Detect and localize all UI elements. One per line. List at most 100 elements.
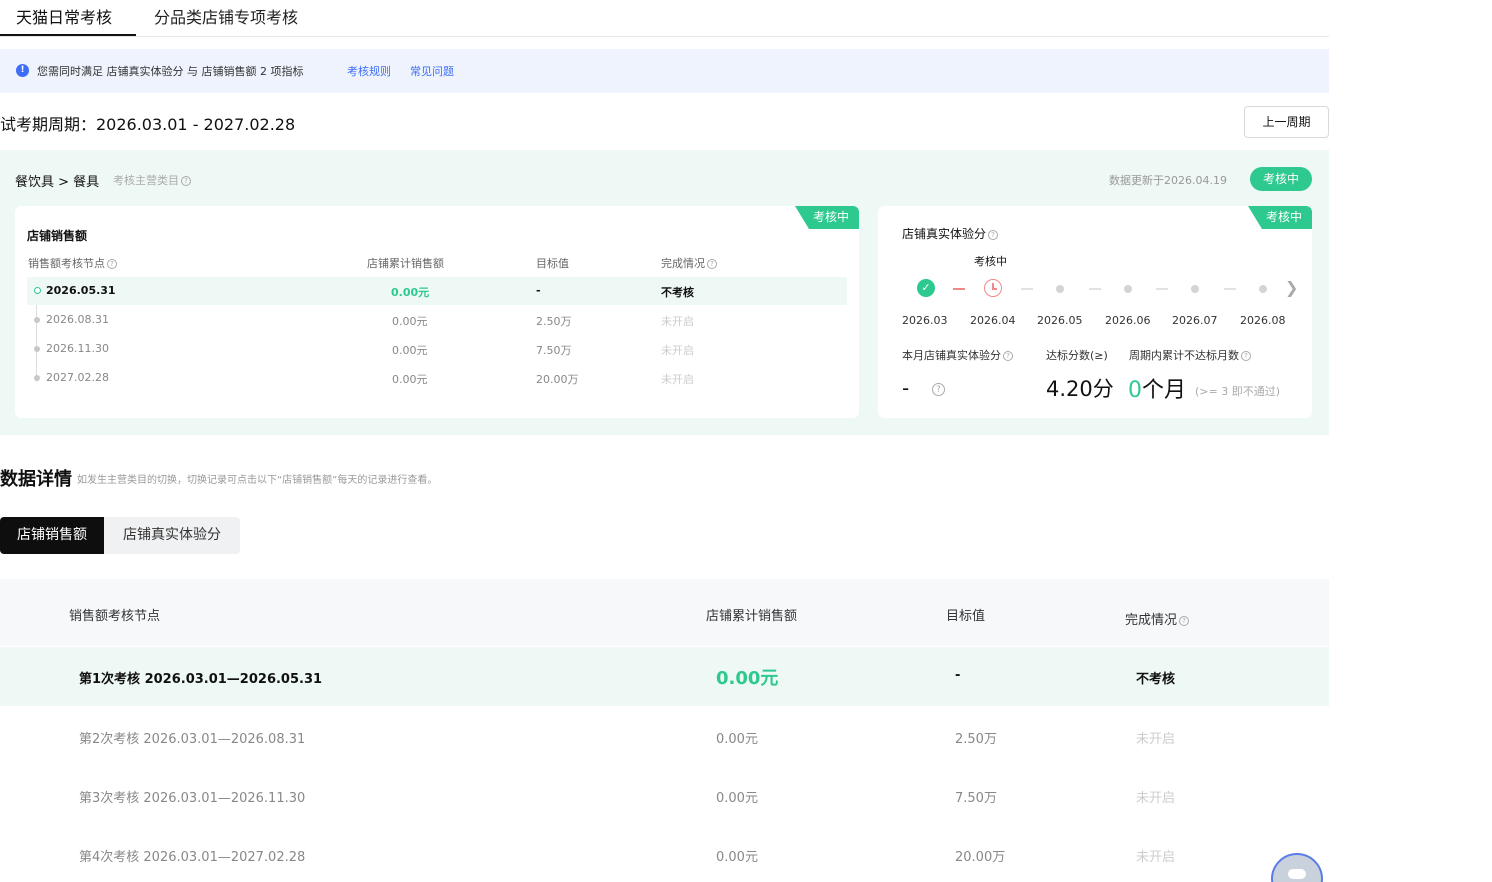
timeline-month: 2026.03 bbox=[902, 314, 948, 327]
row-target: 20.00万 bbox=[955, 850, 1006, 865]
sales-card-title: 店铺销售额 bbox=[27, 229, 88, 243]
timeline-dot[interactable] bbox=[1056, 285, 1064, 293]
question-icon[interactable]: ? bbox=[932, 383, 945, 396]
node-status: 未开启 bbox=[661, 315, 694, 328]
check-icon[interactable]: ✓ bbox=[917, 279, 935, 297]
previous-period-button[interactable]: 上一周期 bbox=[1244, 106, 1329, 138]
question-icon[interactable]: ? bbox=[988, 230, 999, 240]
fail-months-note: (>= 3 即不通过) bbox=[1195, 385, 1281, 398]
node-target: 2.50万 bbox=[536, 315, 572, 328]
row-target: 2.50万 bbox=[955, 732, 997, 747]
timeline-month: 2026.05 bbox=[1037, 314, 1083, 327]
node-status: 未开启 bbox=[661, 373, 694, 386]
data-updated: 数据更新于2026.04.19 bbox=[1109, 174, 1227, 187]
metric-label-target: 达标分数(≥) bbox=[1046, 349, 1108, 362]
row-status: 未开启 bbox=[1136, 850, 1176, 865]
chevron-right-icon[interactable]: ❯ bbox=[1285, 278, 1298, 297]
row-target: 7.50万 bbox=[955, 791, 997, 806]
fail-months-value: 0个月 bbox=[1128, 378, 1187, 403]
node-sales: 0.00元 bbox=[392, 344, 428, 357]
tab-tmall-daily[interactable]: 天猫日常考核 bbox=[16, 4, 112, 28]
node-status: 不考核 bbox=[661, 286, 694, 299]
row-target: - bbox=[955, 668, 961, 683]
row-status: 不考核 bbox=[1136, 672, 1176, 687]
notice-bar: ! 您需同时满足 店铺真实体验分 与 店铺销售额 2 项指标 考核规则 常见问题 bbox=[0, 49, 1329, 93]
timeline-dot bbox=[34, 375, 40, 381]
timeline-month: 2026.06 bbox=[1105, 314, 1151, 327]
col-header-status: 完成情况? bbox=[661, 255, 717, 271]
table-row[interactable]: 第3次考核 2026.03.01—2026.11.30 0.00元 7.50万 … bbox=[0, 766, 1329, 825]
timeline-connector bbox=[1156, 288, 1168, 290]
node-date: 2026.11.30 bbox=[46, 342, 109, 355]
timeline-connector bbox=[1021, 288, 1033, 290]
node-sales: 0.00元 bbox=[391, 286, 430, 299]
status-badge: 考核中 bbox=[1250, 167, 1312, 191]
table-header: 销售额考核节点 店铺累计销售额 目标值 完成情况? bbox=[0, 579, 1329, 646]
question-icon[interactable]: ? bbox=[181, 176, 191, 186]
sales-status-tag: 考核中 bbox=[794, 206, 859, 229]
node-status: 未开启 bbox=[661, 344, 694, 357]
segment-sales[interactable]: 店铺销售额 bbox=[0, 517, 104, 554]
row-node: 第3次考核 2026.03.01—2026.11.30 bbox=[79, 791, 306, 806]
clock-icon[interactable] bbox=[984, 279, 1002, 297]
timeline-dot[interactable] bbox=[1191, 285, 1199, 293]
node-date: 2026.05.31 bbox=[46, 284, 116, 297]
col-header-target: 目标值 bbox=[536, 257, 569, 270]
current-score-value: - bbox=[902, 376, 910, 400]
question-icon[interactable]: ? bbox=[1241, 351, 1251, 361]
metric-label-fail-months: 周期内累计不达标月数? bbox=[1129, 347, 1251, 363]
question-icon[interactable]: ? bbox=[1003, 351, 1013, 361]
row-sales: 0.00元 bbox=[716, 668, 779, 689]
sales-card: 考核中 店铺销售额 销售额考核节点? 店铺累计销售额 目标值 完成情况? 202… bbox=[15, 206, 859, 418]
table-row[interactable]: 第4次考核 2026.03.01—2027.02.28 0.00元 20.00万… bbox=[0, 825, 1329, 882]
timeline-dot bbox=[34, 346, 40, 352]
table-header-status: 完成情况? bbox=[1125, 609, 1190, 628]
node-target: 20.00万 bbox=[536, 373, 579, 386]
table-row[interactable]: 第2次考核 2026.03.01—2026.08.31 0.00元 2.50万 … bbox=[0, 707, 1329, 766]
experience-card: 考核中 店铺真实体验分? 考核中 ✓ ❯ 2026.03 2026.04 202… bbox=[878, 206, 1312, 418]
timeline-dot bbox=[34, 287, 41, 294]
target-score-value: 4.20分 bbox=[1046, 377, 1114, 401]
row-status: 未开启 bbox=[1136, 791, 1176, 806]
sales-node-row: 2026.05.31 0.00元 - 不考核 bbox=[27, 277, 847, 305]
period-label: 试考期周期：2026.03.01 - 2027.02.28 bbox=[0, 115, 296, 134]
timeline-month: 2026.07 bbox=[1172, 314, 1218, 327]
category-hint: 考核主营类目? bbox=[113, 172, 191, 188]
sales-node-row: 2026.11.30 0.00元 7.50万 未开启 bbox=[27, 335, 847, 363]
question-icon[interactable]: ? bbox=[707, 259, 717, 269]
category-breadcrumb: 餐饮具 > 餐具 bbox=[15, 175, 100, 190]
row-sales: 0.00元 bbox=[716, 791, 758, 806]
table-header-target: 目标值 bbox=[946, 609, 986, 624]
col-header-node: 销售额考核节点? bbox=[28, 255, 117, 271]
row-node: 第4次考核 2026.03.01—2027.02.28 bbox=[79, 850, 306, 865]
question-icon[interactable]: ? bbox=[1179, 616, 1190, 626]
timeline-dot[interactable] bbox=[1259, 285, 1267, 293]
details-title: 数据详情 bbox=[0, 469, 72, 490]
faq-link[interactable]: 常见问题 bbox=[410, 63, 454, 79]
rules-link[interactable]: 考核规则 bbox=[347, 63, 391, 79]
node-sales: 0.00元 bbox=[392, 373, 428, 386]
details-note: 如发生主营类目的切换，切换记录可点击以下“店铺销售额”每天的记录进行查看。 bbox=[77, 475, 438, 486]
metric-label-current: 本月店铺真实体验分? bbox=[902, 347, 1013, 363]
active-tab-indicator bbox=[0, 34, 136, 36]
node-target: - bbox=[536, 284, 541, 297]
experience-card-title: 店铺真实体验分? bbox=[902, 225, 999, 242]
row-sales: 0.00元 bbox=[716, 850, 758, 865]
tab-category-special[interactable]: 分品类店铺专项考核 bbox=[154, 4, 298, 28]
assessment-panel: 餐饮具 > 餐具 考核主营类目? 数据更新于2026.04.19 考核中 考核中… bbox=[0, 150, 1329, 435]
timeline-dot[interactable] bbox=[1124, 285, 1132, 293]
sales-node-row: 2026.08.31 0.00元 2.50万 未开启 bbox=[27, 306, 847, 334]
top-tabs: 天猫日常考核 分品类店铺专项考核 bbox=[0, 0, 1329, 37]
table-header-node: 销售额考核节点 bbox=[69, 609, 161, 624]
timeline-connector bbox=[953, 288, 965, 290]
col-header-sales: 店铺累计销售额 bbox=[367, 257, 444, 270]
timeline-connector bbox=[1089, 288, 1101, 290]
question-icon[interactable]: ? bbox=[107, 259, 117, 269]
segment-experience[interactable]: 店铺真实体验分 bbox=[104, 517, 240, 554]
timeline-month: 2026.08 bbox=[1240, 314, 1286, 327]
table-row[interactable]: 第1次考核 2026.03.01—2026.05.31 0.00元 - 不考核 bbox=[0, 647, 1329, 706]
sales-node-row: 2027.02.28 0.00元 20.00万 未开启 bbox=[27, 364, 847, 392]
row-node: 第1次考核 2026.03.01—2026.05.31 bbox=[79, 672, 323, 687]
timeline-month: 2026.04 bbox=[970, 314, 1016, 327]
experience-status-tag: 考核中 bbox=[1247, 206, 1312, 229]
